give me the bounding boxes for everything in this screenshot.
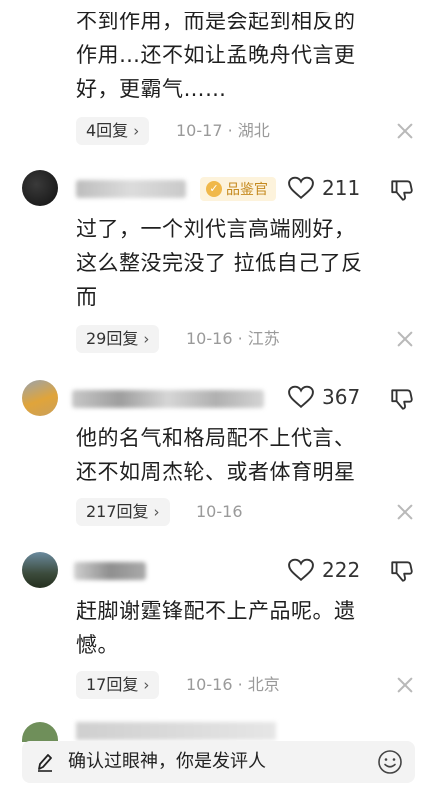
badge: ✓ 品鉴官: [200, 177, 276, 201]
pen-icon: [38, 754, 52, 772]
heart-outline-icon: [288, 176, 314, 200]
replies-button[interactable]: 4回复 ›: [76, 117, 150, 145]
like-button[interactable]: 211: [288, 176, 360, 200]
close-icon[interactable]: [397, 123, 413, 139]
close-icon[interactable]: [397, 331, 413, 347]
thumbs-down-icon[interactable]: [389, 558, 415, 584]
comment-meta: 10-16 · 北京: [186, 675, 280, 694]
chevron-right-icon: ›: [153, 503, 160, 521]
close-icon[interactable]: [397, 504, 413, 520]
thumbs-down-icon[interactable]: [389, 177, 415, 203]
avatar[interactable]: [22, 170, 58, 206]
replies-button[interactable]: 29回复 ›: [76, 325, 160, 353]
comment-input[interactable]: 确认过眼神，你是发评人: [22, 741, 415, 783]
close-icon[interactable]: [397, 677, 413, 693]
verified-badge-icon: ✓: [206, 181, 222, 197]
comment-line: 好，更霸气……: [76, 77, 227, 101]
comment-meta: 10-17 · 湖北: [176, 121, 270, 140]
comment-input-placeholder: 确认过眼神，你是发评人: [68, 751, 266, 772]
comment-line: 过了，一个刘代言高端刚好，: [76, 217, 356, 241]
replies-count: 17回复: [86, 675, 139, 694]
comment-text: 过了，一个刘代言高端刚好， 这么整没完没了 拉低自己了反 而: [76, 212, 416, 314]
like-button[interactable]: 367: [288, 385, 360, 409]
chevron-right-icon: ›: [133, 122, 140, 140]
comment-text: 赶脚谢霆锋配不上产品呢。遗 憾。: [76, 594, 416, 662]
comment-line: 不到作用，而是会起到相反的: [76, 9, 356, 33]
chevron-right-icon: ›: [143, 330, 150, 348]
replies-count: 4回复: [86, 121, 129, 140]
like-button[interactable]: 222: [288, 558, 360, 582]
smiley-icon[interactable]: [377, 749, 403, 775]
comment-line: 还不如周杰轮、或者体育明星: [76, 460, 356, 484]
comment-line: 作用…还不如让孟晚舟代言更: [76, 43, 356, 67]
replies-button[interactable]: 217回复 ›: [76, 498, 170, 526]
badge-label: 品鉴官: [226, 182, 268, 198]
chevron-right-icon: ›: [143, 676, 150, 694]
username-blurred: [76, 722, 276, 740]
like-count: 211: [322, 176, 361, 200]
heart-outline-icon: [288, 558, 314, 582]
replies-count: 29回复: [86, 329, 139, 348]
like-count: 367: [322, 385, 361, 409]
username-blurred[interactable]: [72, 390, 264, 408]
comment-line: 憾。: [76, 633, 119, 657]
comment-line: 而: [76, 285, 98, 309]
avatar[interactable]: [22, 722, 58, 742]
comment-line: 赶脚谢霆锋配不上产品呢。遗: [76, 599, 356, 623]
username-blurred[interactable]: [76, 180, 186, 198]
username-blurred[interactable]: [74, 562, 146, 580]
comment-text: 他的名气和格局配不上代言、 还不如周杰轮、或者体育明星: [76, 421, 416, 489]
avatar[interactable]: [22, 552, 58, 588]
avatar[interactable]: [22, 380, 58, 416]
like-count: 222: [322, 558, 361, 582]
replies-button[interactable]: 17回复 ›: [76, 671, 160, 699]
comment-text: 不到作用，而是会起到相反的 作用…还不如让孟晚舟代言更 好，更霸气……: [76, 9, 416, 106]
heart-outline-icon: [288, 385, 314, 409]
replies-count: 217回复: [86, 502, 149, 521]
comment-meta: 10-16 · 江苏: [186, 329, 280, 348]
comment-line: 他的名气和格局配不上代言、: [76, 426, 356, 450]
comment-line: 这么整没完没了 拉低自己了反: [76, 251, 363, 275]
comment-meta: 10-16: [196, 502, 243, 521]
thumbs-down-icon[interactable]: [389, 386, 415, 412]
